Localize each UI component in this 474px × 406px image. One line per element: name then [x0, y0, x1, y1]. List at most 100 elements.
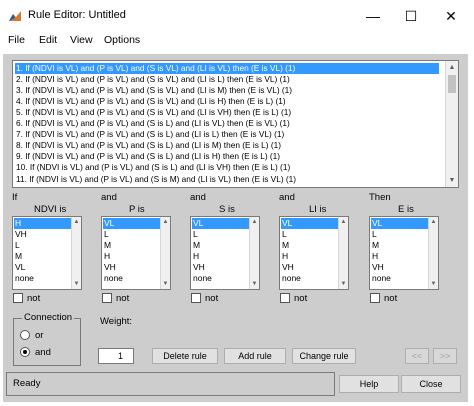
rule-item[interactable]: 3. If (NDVI is VL) and (P is VL) and (S … [15, 85, 439, 96]
radio-and-label: and [35, 347, 51, 358]
connector-and-label: and [101, 192, 117, 203]
list-item[interactable]: L [192, 229, 250, 240]
rules-scrollbar[interactable]: ▲ ▼ [445, 61, 458, 187]
scroll-up-icon[interactable]: ▲ [161, 217, 170, 227]
list-item[interactable]: none [192, 273, 250, 284]
list-item[interactable]: VH [14, 229, 72, 240]
list-item[interactable]: M [103, 240, 161, 251]
menu-options[interactable]: Options [104, 34, 140, 46]
menu-edit[interactable]: Edit [39, 34, 57, 46]
menu-file[interactable]: File [8, 34, 25, 46]
rule-item[interactable]: 1. If (NDVI is VL) and (P is VL) and (S … [15, 63, 439, 74]
connector-then-label: Then [369, 192, 391, 203]
change-rule-button[interactable]: Change rule [292, 348, 356, 364]
e-mf-list[interactable]: VL L M H VH none ▲ ▼ [369, 216, 439, 290]
radio-and[interactable] [20, 347, 30, 357]
rule-item[interactable]: 2. If (NDVI is VL) and (P is VL) and (S … [15, 74, 439, 85]
next-rule-button[interactable]: >> [433, 348, 457, 364]
scroll-up-icon[interactable]: ▲ [446, 61, 458, 74]
not-checkbox-p[interactable] [102, 293, 112, 303]
scroll-up-icon[interactable]: ▲ [339, 217, 348, 227]
menu-view[interactable]: View [70, 34, 93, 46]
rule-item[interactable]: 10. If (NDVI is VL) and (P is VL) and (S… [15, 162, 439, 173]
li-mf-list[interactable]: VL L M H VH none ▲ ▼ [279, 216, 349, 290]
list-item[interactable]: VH [192, 262, 250, 273]
rule-item[interactable]: 4. If (NDVI is VL) and (P is VL) and (S … [15, 96, 439, 107]
not-checkbox-ndvi[interactable] [13, 293, 23, 303]
list-item[interactable]: VH [371, 262, 429, 273]
list-item[interactable]: VL [281, 218, 339, 229]
list-item[interactable]: L [281, 229, 339, 240]
list-item[interactable]: H [371, 251, 429, 262]
list-item[interactable]: H [103, 251, 161, 262]
not-checkbox-s[interactable] [191, 293, 201, 303]
rule-item[interactable]: 6. If (NDVI is VL) and (P is VL) and (S … [15, 118, 439, 129]
scroll-down-icon[interactable]: ▼ [72, 279, 81, 289]
list-scrollbar[interactable]: ▲ ▼ [160, 217, 170, 289]
list-item[interactable]: M [192, 240, 250, 251]
help-button[interactable]: Help [339, 375, 399, 393]
close-button[interactable]: Close [401, 375, 461, 393]
close-window-button[interactable]: ✕ [436, 4, 466, 28]
not-label: not [116, 293, 130, 304]
connection-group: Connection or and [13, 312, 81, 366]
scroll-down-icon[interactable]: ▼ [446, 174, 458, 187]
list-item[interactable]: M [14, 251, 72, 262]
list-item[interactable]: M [281, 240, 339, 251]
list-scrollbar[interactable]: ▲ ▼ [338, 217, 348, 289]
scroll-thumb[interactable] [448, 75, 456, 93]
scroll-down-icon[interactable]: ▼ [429, 279, 438, 289]
minimize-button[interactable]: — [358, 4, 388, 28]
input-label-p: P is [129, 204, 145, 215]
radio-or[interactable] [20, 330, 30, 340]
connector-and-label: and [190, 192, 206, 203]
not-checkbox-e[interactable] [370, 293, 380, 303]
list-item[interactable]: H [14, 218, 72, 229]
scroll-up-icon[interactable]: ▲ [72, 217, 81, 227]
list-item[interactable]: none [371, 273, 429, 284]
list-item[interactable]: VH [281, 262, 339, 273]
scroll-up-icon[interactable]: ▲ [429, 217, 438, 227]
list-item[interactable]: none [281, 273, 339, 284]
weight-input[interactable]: 1 [98, 348, 134, 364]
list-item[interactable]: VL [14, 262, 72, 273]
list-item[interactable]: none [14, 273, 72, 284]
prev-rule-button[interactable]: << [405, 348, 429, 364]
list-scrollbar[interactable]: ▲ ▼ [428, 217, 438, 289]
window-title: Rule Editor: Untitled [28, 9, 126, 21]
ndvi-mf-list[interactable]: H VH L M VL none ▲ ▼ [12, 216, 82, 290]
list-item[interactable]: H [281, 251, 339, 262]
maximize-button[interactable]: ☐ [396, 4, 426, 28]
connection-title: Connection [22, 312, 75, 323]
scroll-up-icon[interactable]: ▲ [250, 217, 259, 227]
scroll-down-icon[interactable]: ▼ [339, 279, 348, 289]
scroll-down-icon[interactable]: ▼ [250, 279, 259, 289]
rule-item[interactable]: 8. If (NDVI is VL) and (P is VL) and (S … [15, 140, 439, 151]
not-label: not [294, 293, 308, 304]
list-item[interactable]: L [371, 229, 429, 240]
list-item[interactable]: VL [192, 218, 250, 229]
scroll-down-icon[interactable]: ▼ [161, 279, 170, 289]
list-item[interactable]: M [371, 240, 429, 251]
list-item[interactable]: L [103, 229, 161, 240]
add-rule-button[interactable]: Add rule [224, 348, 286, 364]
radio-or-label: or [35, 330, 44, 341]
list-scrollbar[interactable]: ▲ ▼ [71, 217, 81, 289]
list-item[interactable]: VH [103, 262, 161, 273]
rule-item[interactable]: 11. If (NDVI is VL) and (P is VL) and (S… [15, 174, 439, 185]
list-scrollbar[interactable]: ▲ ▼ [249, 217, 259, 289]
list-item[interactable]: L [14, 240, 72, 251]
not-checkbox-li[interactable] [280, 293, 290, 303]
input-label-s: S is [219, 204, 235, 215]
rules-list[interactable]: 1. If (NDVI is VL) and (P is VL) and (S … [12, 60, 459, 188]
list-item[interactable]: VL [371, 218, 429, 229]
p-mf-list[interactable]: VL L M H VH none ▲ ▼ [101, 216, 171, 290]
list-item[interactable]: H [192, 251, 250, 262]
rule-item[interactable]: 5. If (NDVI is VL) and (P is VL) and (S … [15, 107, 439, 118]
rule-item[interactable]: 9. If (NDVI is VL) and (P is VL) and (S … [15, 151, 439, 162]
rule-item[interactable]: 7. If (NDVI is VL) and (P is VL) and (S … [15, 129, 439, 140]
list-item[interactable]: VL [103, 218, 161, 229]
delete-rule-button[interactable]: Delete rule [152, 348, 218, 364]
s-mf-list[interactable]: VL L M H VH none ▲ ▼ [190, 216, 260, 290]
list-item[interactable]: none [103, 273, 161, 284]
